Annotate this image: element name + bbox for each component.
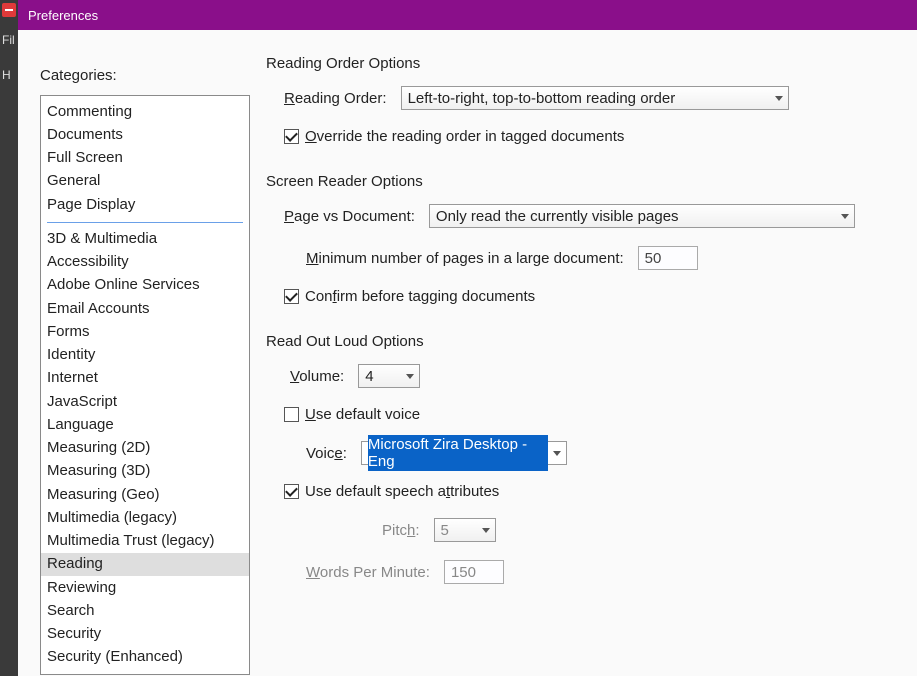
section-read-out-loud: Volume: 4 Use default voice Voice: Micro… (266, 364, 916, 584)
confirm-tagging-checkbox[interactable] (284, 289, 299, 304)
page-vs-document-label: Page vs Document: (284, 208, 415, 225)
category-item[interactable]: Language (41, 413, 249, 436)
category-item[interactable]: Full Screen (41, 147, 249, 170)
section-screen-reader: Page vs Document: Only read the currentl… (266, 204, 916, 305)
bg-text-fil: Fil (2, 33, 15, 47)
section-screen-reader-title: Screen Reader Options (266, 173, 916, 190)
pitch-label: Pitch: (382, 522, 420, 539)
section-reading-order: Reading Order: Left-to-right, top-to-bot… (266, 86, 916, 145)
voice-label: Voice: (306, 445, 347, 462)
category-item[interactable]: Internet (41, 367, 249, 390)
use-default-voice-checkbox[interactable] (284, 407, 299, 422)
section-read-out-loud-title: Read Out Loud Options (266, 333, 916, 350)
page-vs-document-value: Only read the currently visible pages (436, 208, 679, 225)
category-divider (47, 222, 243, 223)
dialog-title: Preferences (28, 8, 98, 23)
use-default-attrs-label: Use default speech attributes (305, 483, 499, 500)
reading-order-select[interactable]: Left-to-right, top-to-bottom reading ord… (401, 86, 789, 110)
voice-value: Microsoft Zira Desktop - Eng (368, 435, 548, 471)
wpm-input: 150 (444, 560, 504, 584)
category-item[interactable]: Reading (41, 553, 249, 576)
categories-heading: Categories: (40, 67, 117, 84)
wpm-label: Words Per Minute: (306, 564, 430, 581)
category-item[interactable]: Search (41, 599, 249, 622)
app-icon (2, 3, 16, 17)
category-item[interactable]: Signatures (41, 669, 249, 675)
category-item[interactable]: Measuring (2D) (41, 437, 249, 460)
use-default-voice-label: Use default voice (305, 406, 420, 423)
reading-order-label: Reading Order: (284, 90, 387, 107)
volume-label: Volume: (290, 368, 344, 385)
category-item[interactable]: Multimedia Trust (legacy) (41, 530, 249, 553)
section-reading-order-title: Reading Order Options (266, 55, 916, 72)
use-default-attrs-checkbox[interactable] (284, 484, 299, 499)
min-pages-input[interactable]: 50 (638, 246, 698, 270)
override-reading-order-label: Override the reading order in tagged doc… (305, 128, 624, 145)
volume-select[interactable]: 4 (358, 364, 420, 388)
category-item[interactable]: Page Display (41, 193, 249, 216)
category-item[interactable]: 3D & Multimedia (41, 227, 249, 250)
voice-select[interactable]: Microsoft Zira Desktop - Eng (361, 441, 567, 465)
category-item[interactable]: Measuring (3D) (41, 460, 249, 483)
category-item[interactable]: Adobe Online Services (41, 274, 249, 297)
category-item[interactable]: Multimedia (legacy) (41, 506, 249, 529)
confirm-tagging-label: Confirm before tagging documents (305, 288, 535, 305)
category-item[interactable]: Accessibility (41, 251, 249, 274)
volume-value: 4 (365, 368, 373, 385)
category-item[interactable]: Measuring (Geo) (41, 483, 249, 506)
preferences-content: Reading Order Options Reading Order: Lef… (266, 55, 916, 612)
min-pages-value: 50 (645, 250, 662, 267)
category-item[interactable]: Reviewing (41, 576, 249, 599)
category-item[interactable]: Security (41, 623, 249, 646)
page-vs-document-select[interactable]: Only read the currently visible pages (429, 204, 855, 228)
dialog-titlebar: Preferences (18, 0, 917, 30)
pitch-select: 5 (434, 518, 496, 542)
category-listbox[interactable]: CommentingDocumentsFull ScreenGeneralPag… (40, 95, 250, 675)
pitch-value: 5 (441, 522, 449, 539)
override-reading-order-checkbox[interactable] (284, 129, 299, 144)
bg-text-h: H (2, 68, 11, 82)
min-pages-label: Minimum number of pages in a large docum… (306, 250, 624, 267)
category-item[interactable]: Identity (41, 344, 249, 367)
category-item[interactable]: Email Accounts (41, 297, 249, 320)
reading-order-value: Left-to-right, top-to-bottom reading ord… (408, 90, 676, 107)
category-item[interactable]: Commenting (41, 100, 249, 123)
wpm-value: 150 (451, 564, 476, 581)
category-item[interactable]: General (41, 170, 249, 193)
category-item[interactable]: Forms (41, 320, 249, 343)
preferences-dialog: Categories: CommentingDocumentsFull Scre… (18, 30, 917, 676)
app-background-strip: Fil H (0, 0, 18, 676)
category-item[interactable]: JavaScript (41, 390, 249, 413)
category-item[interactable]: Security (Enhanced) (41, 646, 249, 669)
category-item[interactable]: Documents (41, 123, 249, 146)
